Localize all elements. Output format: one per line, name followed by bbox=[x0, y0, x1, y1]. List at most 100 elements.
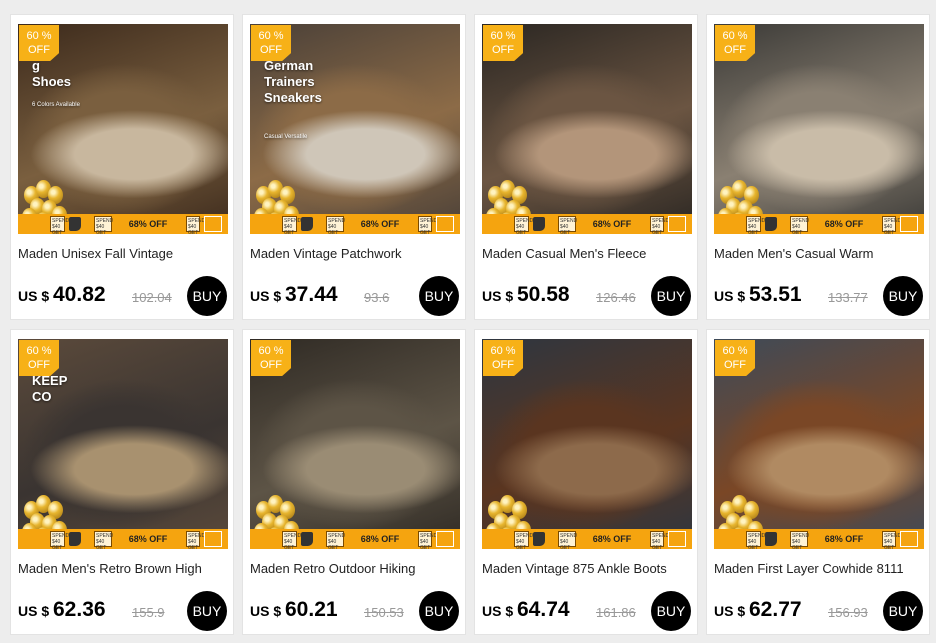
sock-icon bbox=[69, 532, 81, 546]
promo-discount-text: 68% OFF bbox=[824, 534, 864, 544]
price-row: US $ 40.82 102.04 BUY bbox=[18, 276, 228, 316]
promo-discount-text: 68% OFF bbox=[360, 534, 400, 544]
product-card[interactable]: 60 % OFF SPEND $40 GET SPEND $40 GET 68%… bbox=[706, 14, 930, 320]
product-card[interactable]: 60 % OFF SPEND $40 GET SPEND $40 GET 68%… bbox=[474, 14, 698, 320]
spend-get-box: SPEND $40 GET bbox=[558, 531, 578, 549]
sock-icon bbox=[533, 532, 545, 546]
original-price: 93.6 bbox=[364, 290, 390, 305]
buy-button[interactable]: BUY bbox=[187, 276, 227, 316]
product-title[interactable]: Maden Vintage Patchwork bbox=[250, 246, 460, 261]
sale-price: 53.51 bbox=[749, 283, 802, 306]
sale-price: 62.77 bbox=[749, 598, 802, 621]
spend-get-box: SPEND $40 GET bbox=[282, 531, 302, 549]
product-card[interactable]: g Shoes 6 Colors Available 60 % OFF SPEND … bbox=[10, 14, 234, 320]
product-card[interactable]: German Trainers Sneakers Casual Versatile 6… bbox=[242, 14, 466, 320]
spend-get-box: SPEND $40 GET bbox=[326, 216, 346, 234]
buy-button[interactable]: BUY bbox=[419, 591, 459, 631]
product-image[interactable]: 60 % OFF SPEND $40 GET SPEND $40 GET 68%… bbox=[714, 339, 924, 549]
price-row: US $ 60.21 150.53 BUY bbox=[250, 591, 460, 631]
gift-icon bbox=[436, 216, 454, 232]
original-price: 155.9 bbox=[132, 605, 165, 620]
gift-icon bbox=[668, 216, 686, 232]
product-image[interactable]: 60 % OFF SPEND $40 GET SPEND $40 GET 68%… bbox=[714, 24, 924, 234]
promo-banner: SPEND $40 GET SPEND $40 GET 68% OFF SPEN… bbox=[250, 214, 460, 234]
currency-label: US $ bbox=[18, 288, 50, 304]
spend-get-box: SPEND $40 GET bbox=[650, 531, 670, 549]
image-caption: German Trainers Sneakers bbox=[264, 58, 322, 105]
spend-get-box: SPEND $40 GET bbox=[326, 531, 346, 549]
product-image[interactable]: KEEP CO 60 % OFF SPEND $40 GET SPEND $40 … bbox=[18, 339, 228, 549]
product-image[interactable]: 60 % OFF SPEND $40 GET SPEND $40 GET 68%… bbox=[482, 24, 692, 234]
spend-get-box: SPEND $40 GET bbox=[790, 216, 810, 234]
promo-banner: SPEND $40 GET SPEND $40 GET 68% OFF SPEN… bbox=[482, 529, 692, 549]
promo-banner: SPEND $40 GET SPEND $40 GET 68% OFF SPEN… bbox=[714, 529, 924, 549]
product-title[interactable]: Maden Vintage 875 Ankle Boots bbox=[482, 561, 692, 576]
gift-icon bbox=[204, 531, 222, 547]
sock-icon bbox=[765, 532, 777, 546]
product-image[interactable]: g Shoes 6 Colors Available 60 % OFF SPEND … bbox=[18, 24, 228, 234]
promo-discount-text: 68% OFF bbox=[592, 534, 632, 544]
sock-icon bbox=[69, 217, 81, 231]
spend-get-box: SPEND $40 GET bbox=[790, 531, 810, 549]
promo-discount-text: 68% OFF bbox=[824, 219, 864, 229]
product-card[interactable]: 60 % OFF SPEND $40 GET SPEND $40 GET 68%… bbox=[242, 329, 466, 635]
product-image[interactable]: German Trainers Sneakers Casual Versatile 6… bbox=[250, 24, 460, 234]
original-price: 150.53 bbox=[364, 605, 404, 620]
discount-tag: 60 % OFF bbox=[483, 340, 523, 376]
sale-price: 50.58 bbox=[517, 283, 570, 306]
product-card[interactable]: 60 % OFF SPEND $40 GET SPEND $40 GET 68%… bbox=[706, 329, 930, 635]
original-price: 156.93 bbox=[828, 605, 868, 620]
buy-button[interactable]: BUY bbox=[651, 276, 691, 316]
spend-get-box: SPEND $40 GET bbox=[514, 531, 534, 549]
sale-price: 37.44 bbox=[285, 283, 338, 306]
promo-banner: SPEND $40 GET SPEND $40 GET 68% OFF SPEN… bbox=[18, 214, 228, 234]
product-title[interactable]: Maden First Layer Cowhide 8111 bbox=[714, 561, 924, 576]
currency-label: US $ bbox=[714, 603, 746, 619]
buy-button[interactable]: BUY bbox=[419, 276, 459, 316]
price-row: US $ 50.58 126.46 BUY bbox=[482, 276, 692, 316]
buy-button[interactable]: BUY bbox=[651, 591, 691, 631]
currency-label: US $ bbox=[250, 603, 282, 619]
spend-get-box: SPEND $40 GET bbox=[50, 216, 70, 234]
image-subcaption: 6 Colors Available bbox=[32, 102, 80, 108]
image-caption: g Shoes bbox=[32, 58, 72, 89]
discount-tag: 60 % OFF bbox=[251, 340, 291, 376]
spend-get-box: SPEND $40 GET bbox=[186, 216, 206, 234]
discount-tag: 60 % OFF bbox=[251, 25, 291, 61]
discount-tag: 60 % OFF bbox=[19, 25, 59, 61]
product-title[interactable]: Maden Unisex Fall Vintage bbox=[18, 246, 228, 261]
spend-get-box: SPEND $40 GET bbox=[282, 216, 302, 234]
spend-get-box: SPEND $40 GET bbox=[746, 531, 766, 549]
spend-get-box: SPEND $40 GET bbox=[882, 531, 902, 549]
product-title[interactable]: Maden Men's Casual Warm bbox=[714, 246, 924, 261]
promo-discount-text: 68% OFF bbox=[128, 534, 168, 544]
product-image[interactable]: 60 % OFF SPEND $40 GET SPEND $40 GET 68%… bbox=[250, 339, 460, 549]
product-title[interactable]: Maden Casual Men's Fleece bbox=[482, 246, 692, 261]
product-title[interactable]: Maden Men's Retro Brown High bbox=[18, 561, 228, 576]
spend-get-box: SPEND $40 GET bbox=[882, 216, 902, 234]
promo-banner: SPEND $40 GET SPEND $40 GET 68% OFF SPEN… bbox=[714, 214, 924, 234]
product-image[interactable]: 60 % OFF SPEND $40 GET SPEND $40 GET 68%… bbox=[482, 339, 692, 549]
discount-tag: 60 % OFF bbox=[715, 25, 755, 61]
currency-label: US $ bbox=[482, 288, 514, 304]
sock-icon bbox=[533, 217, 545, 231]
spend-get-box: SPEND $40 GET bbox=[418, 531, 438, 549]
buy-button[interactable]: BUY bbox=[883, 591, 923, 631]
spend-get-box: SPEND $40 GET bbox=[186, 531, 206, 549]
product-title[interactable]: Maden Retro Outdoor Hiking bbox=[250, 561, 460, 576]
spend-get-box: SPEND $40 GET bbox=[50, 531, 70, 549]
product-card[interactable]: KEEP CO 60 % OFF SPEND $40 GET SPEND $40 … bbox=[10, 329, 234, 635]
discount-tag: 60 % OFF bbox=[483, 25, 523, 61]
promo-discount-text: 68% OFF bbox=[592, 219, 632, 229]
sock-icon bbox=[765, 217, 777, 231]
buy-button[interactable]: BUY bbox=[187, 591, 227, 631]
promo-banner: SPEND $40 GET SPEND $40 GET 68% OFF SPEN… bbox=[482, 214, 692, 234]
price-row: US $ 53.51 133.77 BUY bbox=[714, 276, 924, 316]
buy-button[interactable]: BUY bbox=[883, 276, 923, 316]
original-price: 161.86 bbox=[596, 605, 636, 620]
sale-price: 62.36 bbox=[53, 598, 106, 621]
currency-label: US $ bbox=[482, 603, 514, 619]
discount-tag: 60 % OFF bbox=[19, 340, 59, 376]
product-card[interactable]: 60 % OFF SPEND $40 GET SPEND $40 GET 68%… bbox=[474, 329, 698, 635]
spend-get-box: SPEND $40 GET bbox=[418, 216, 438, 234]
